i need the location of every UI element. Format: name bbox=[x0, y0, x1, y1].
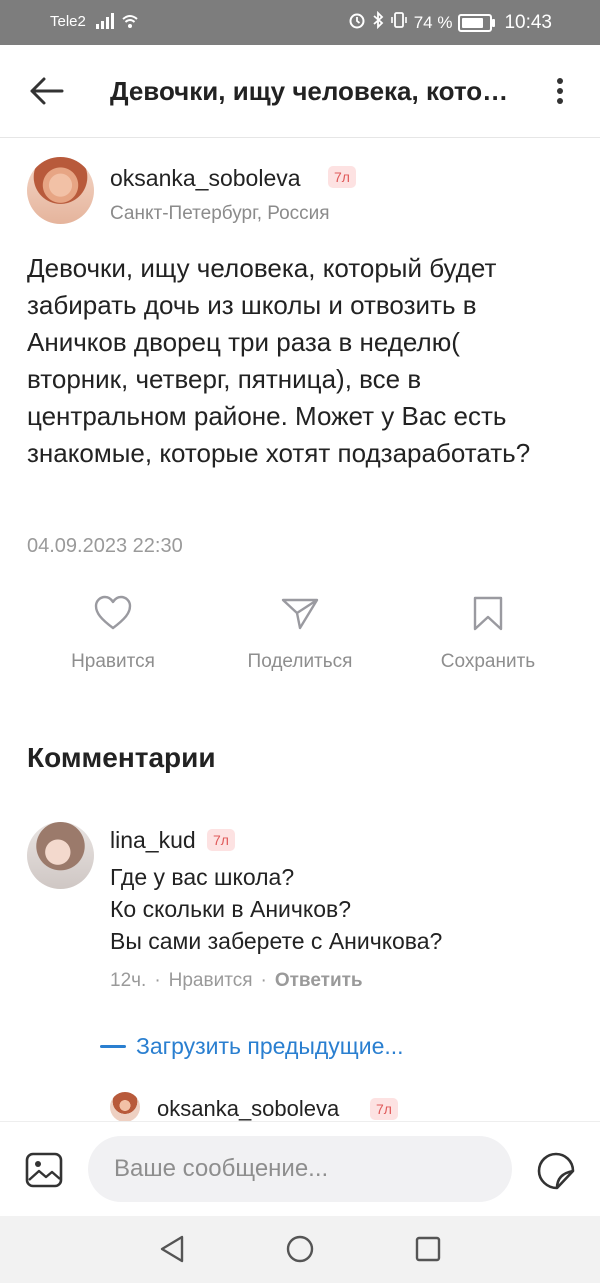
reply-author-avatar[interactable] bbox=[110, 1092, 140, 1122]
share-button[interactable]: Поделиться bbox=[215, 595, 385, 673]
nav-home-icon[interactable] bbox=[285, 1234, 315, 1269]
reply-author-name[interactable]: oksanka_soboleva bbox=[157, 1096, 340, 1124]
separator-dot: · bbox=[154, 970, 161, 991]
author-avatar[interactable] bbox=[27, 157, 94, 224]
sticker-icon[interactable] bbox=[537, 1152, 575, 1195]
load-previous-button[interactable]: Загрузить предыдущие... bbox=[100, 1033, 404, 1060]
carrier-name: Tele2 bbox=[50, 13, 86, 30]
save-button[interactable]: Сохранить bbox=[403, 595, 573, 673]
age-badge: 7л bbox=[370, 1098, 398, 1120]
bookmark-icon bbox=[403, 595, 573, 631]
battery-level: 74 % bbox=[413, 12, 453, 32]
load-previous-label: Загрузить предыдущие... bbox=[136, 1033, 404, 1059]
save-label: Сохранить bbox=[440, 651, 536, 672]
nav-back-icon[interactable] bbox=[158, 1234, 186, 1269]
vibrate-icon bbox=[390, 11, 408, 34]
battery-icon bbox=[458, 13, 496, 32]
bluetooth-icon bbox=[372, 10, 384, 34]
message-composer bbox=[0, 1121, 600, 1217]
system-navigation-bar bbox=[0, 1216, 600, 1283]
comment-time: 12ч. bbox=[110, 970, 147, 991]
app-header: Девочки, ищу человека, который будет заб… bbox=[0, 45, 600, 138]
age-badge: 7л bbox=[328, 166, 356, 188]
reply-button[interactable]: Ответить bbox=[275, 970, 363, 991]
comment-line: Где у вас школа? bbox=[110, 864, 295, 890]
arrow-left-icon[interactable] bbox=[26, 73, 66, 109]
message-field[interactable] bbox=[88, 1136, 520, 1202]
heart-icon bbox=[28, 595, 198, 631]
separator-dot: · bbox=[260, 970, 267, 991]
more-vertical-icon[interactable] bbox=[546, 73, 574, 109]
nav-recents-icon[interactable] bbox=[414, 1234, 442, 1269]
post-text: Девочки, ищу человека, который будет заб… bbox=[27, 253, 531, 468]
comments-heading: Комментарии bbox=[27, 742, 216, 773]
comment-meta: 12ч. · Нравится · Ответить bbox=[110, 970, 363, 992]
comment-line: Ко скольки в Аничков? bbox=[110, 896, 351, 922]
commenter-avatar[interactable] bbox=[27, 822, 94, 889]
signal-icon bbox=[96, 13, 138, 34]
comment-text: Где у вас школа? Ко скольки в Аничков? В… bbox=[110, 861, 442, 957]
post-date: 04.09.2023 22:30 bbox=[27, 535, 183, 557]
age-badge: 7л bbox=[207, 829, 235, 851]
comment-like-button[interactable]: Нравится bbox=[169, 970, 253, 991]
message-input[interactable] bbox=[88, 1136, 520, 1202]
dash-icon bbox=[100, 1045, 126, 1048]
image-icon[interactable] bbox=[25, 1152, 63, 1193]
comment-line: Вы сами заберете с Аничкова? bbox=[110, 928, 443, 954]
clock: 10:43 bbox=[504, 11, 552, 33]
status-bar: Tele2 74 % 10:43 bbox=[0, 0, 600, 45]
author-location: Санкт-Петербург, Россия bbox=[110, 203, 330, 224]
share-label: Поделиться bbox=[247, 651, 353, 672]
like-button[interactable]: Нравится bbox=[28, 595, 198, 673]
like-label: Нравится bbox=[71, 651, 155, 672]
page-title: Девочки, ищу человека, который будет заб… bbox=[110, 76, 520, 106]
author-name[interactable]: oksanka_soboleva bbox=[110, 165, 301, 192]
commenter-name[interactable]: lina_kud bbox=[110, 827, 196, 854]
paper-plane-icon bbox=[215, 595, 385, 631]
alarm-icon bbox=[348, 11, 366, 34]
